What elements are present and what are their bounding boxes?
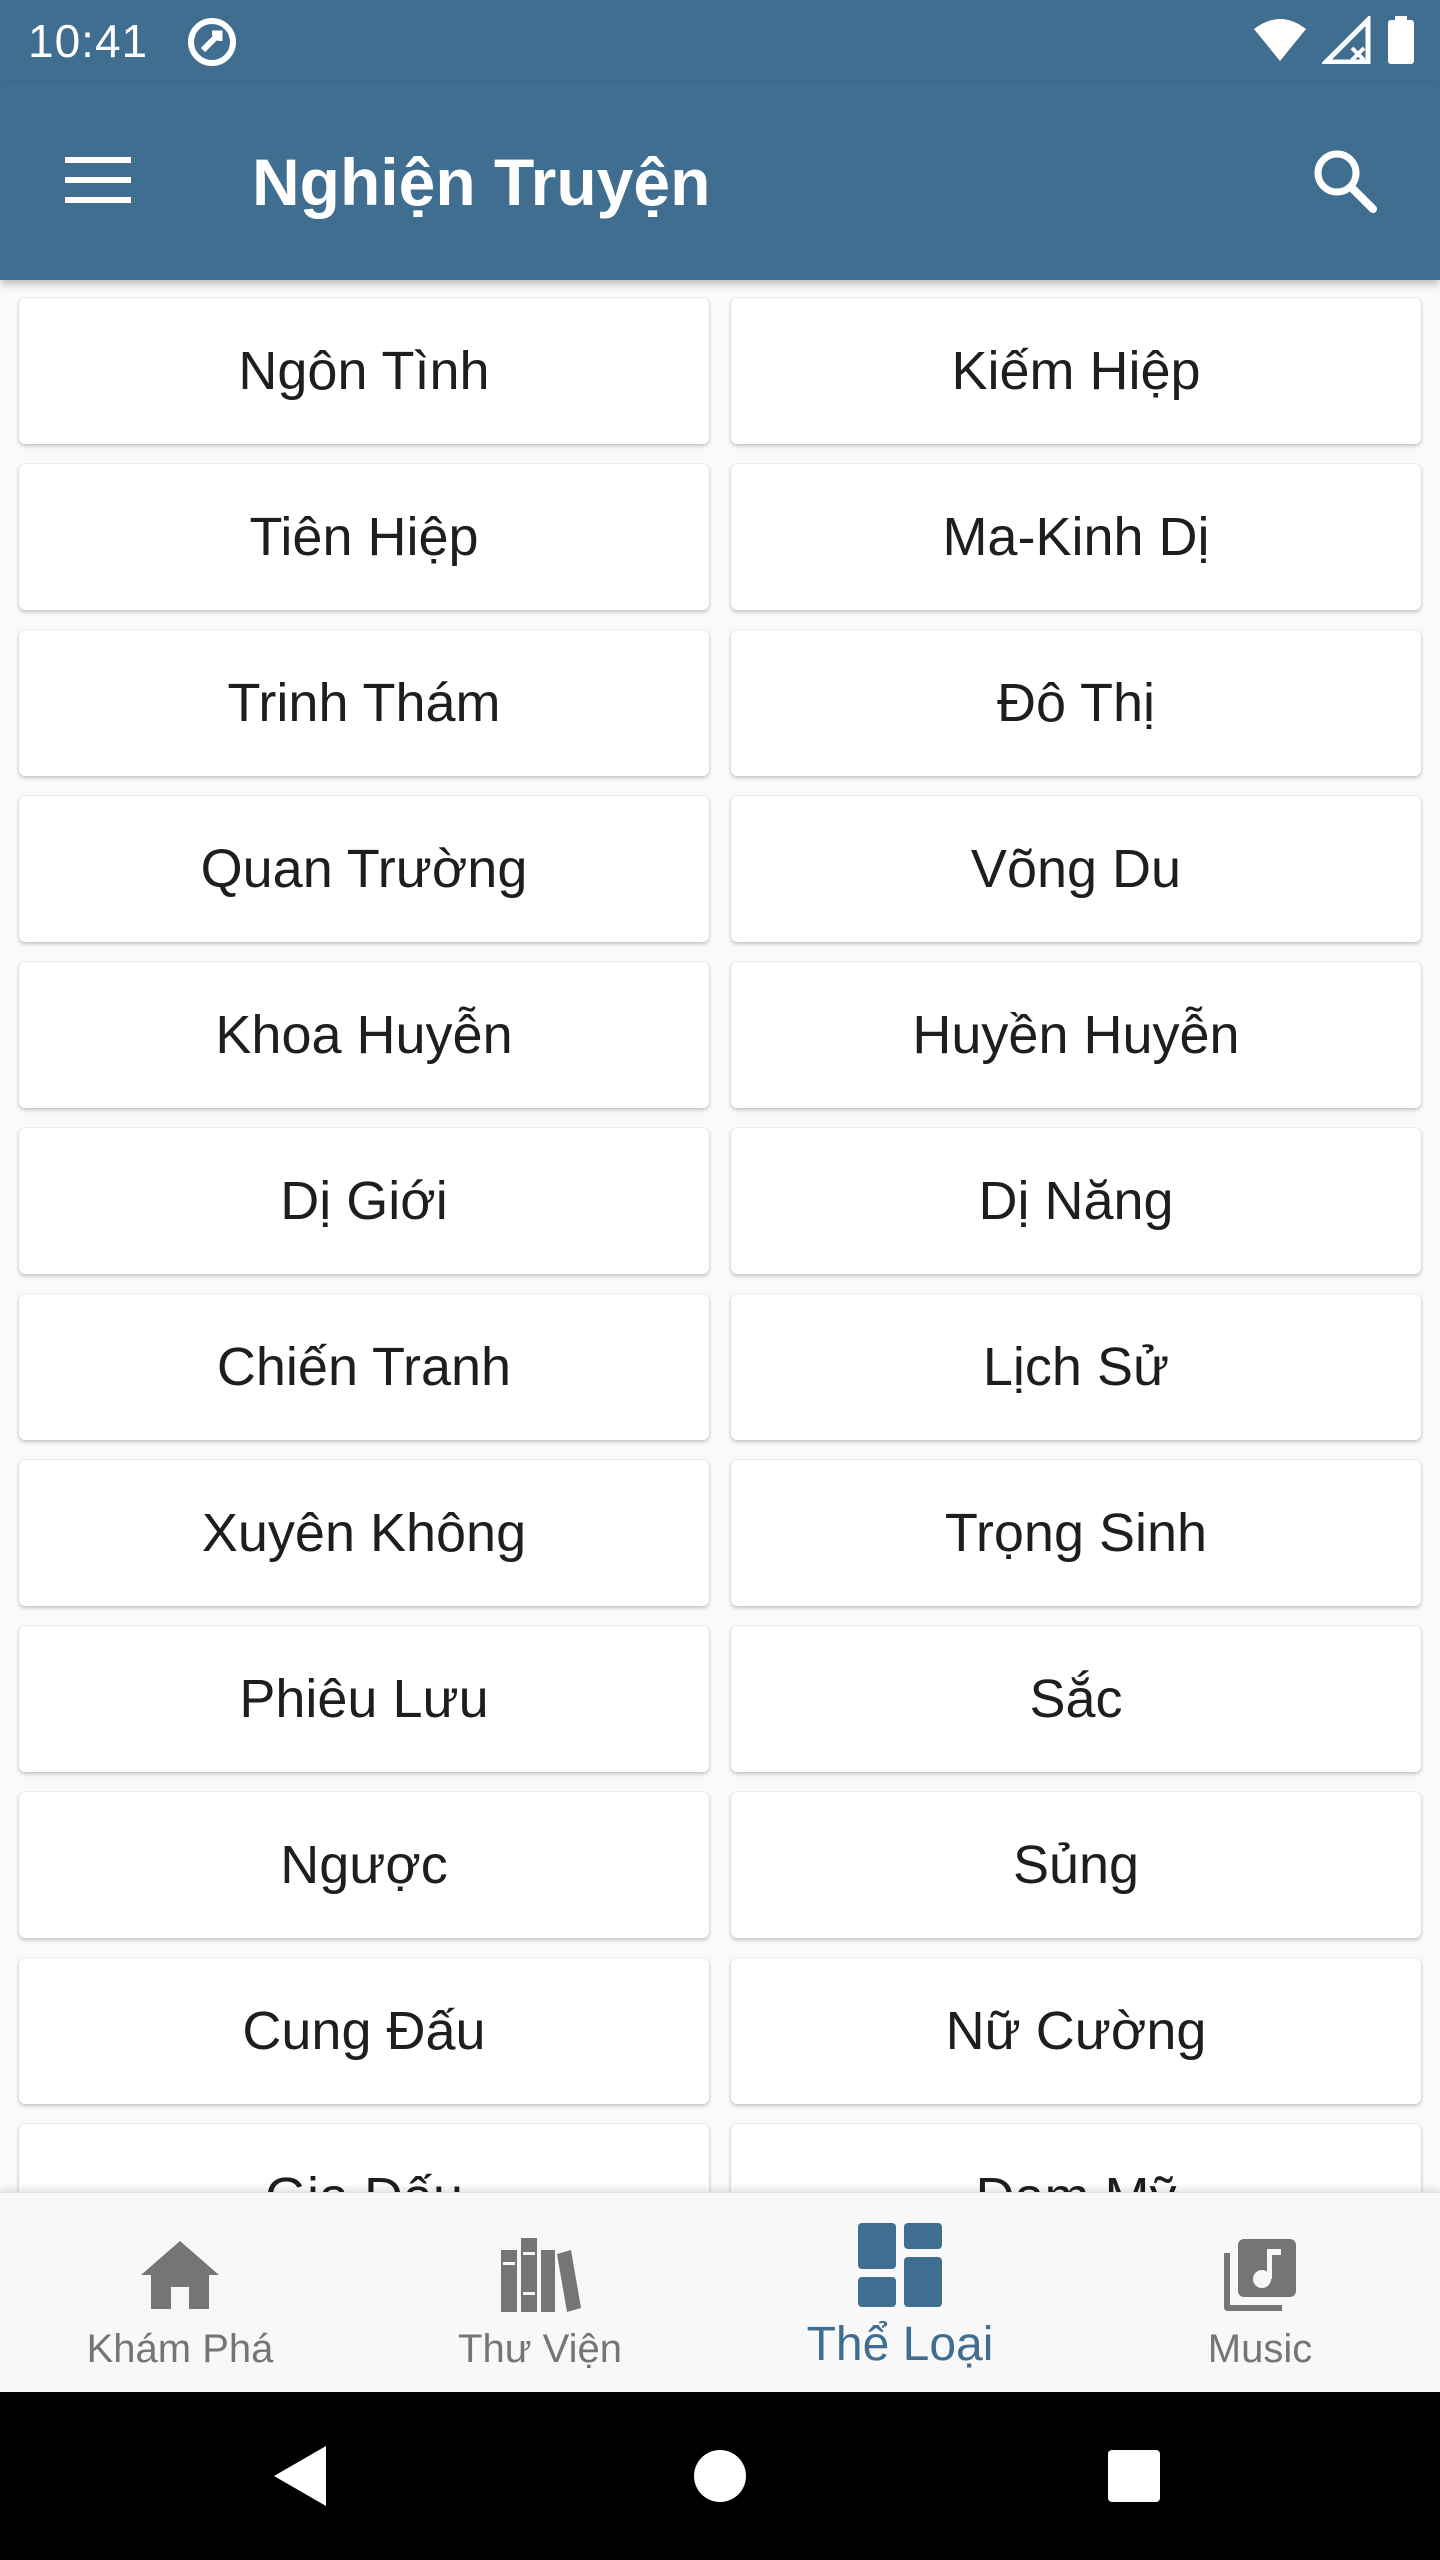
category-card[interactable]: Quan Trường	[19, 796, 709, 942]
category-card[interactable]: Gia Đấu	[19, 2124, 709, 2192]
hamburger-menu-icon	[65, 157, 131, 203]
category-card[interactable]: Sủng	[731, 1792, 1421, 1938]
category-card[interactable]: Ngược	[19, 1792, 709, 1938]
bottom-navigation: Khám Phá Thư Viện Thể Loại Music	[0, 2192, 1440, 2392]
category-label: Huyền Huyễn	[912, 1005, 1240, 1065]
category-label: Trinh Thám	[227, 673, 501, 733]
nav-label: Thư Viện	[458, 2327, 622, 2371]
menu-button[interactable]	[50, 132, 146, 228]
back-icon	[274, 2446, 326, 2506]
category-card[interactable]: Võng Du	[731, 796, 1421, 942]
category-label: Dị Giới	[280, 1171, 448, 1231]
nav-kham-pha[interactable]: Khám Phá	[0, 2193, 360, 2392]
category-card[interactable]: Lịch Sử	[731, 1294, 1421, 1440]
music-library-icon	[1212, 2227, 1308, 2323]
nav-label: Khám Phá	[86, 2327, 274, 2371]
category-card[interactable]: Dị Giới	[19, 1128, 709, 1274]
nav-the-loai[interactable]: Thể Loại	[720, 2193, 1080, 2392]
category-label: Lịch Sử	[982, 1337, 1170, 1397]
category-card[interactable]: Phiêu Lưu	[19, 1626, 709, 1772]
signal-icon	[1319, 13, 1372, 69]
home-icon	[132, 2227, 228, 2323]
app-bar: Nghiện Truyện	[0, 82, 1440, 280]
category-card[interactable]: Sắc	[731, 1626, 1421, 1772]
system-navigation-bar	[0, 2392, 1440, 2560]
nav-label: Thể Loại	[806, 2318, 994, 2371]
category-label: Cung Đấu	[242, 2001, 486, 2061]
home-circle-icon	[694, 2450, 746, 2502]
category-label: Sắc	[1029, 1669, 1123, 1729]
category-label: Khoa Huyễn	[215, 1005, 513, 1065]
status-bar: 10:41	[0, 0, 1440, 82]
category-card[interactable]: Huyền Huyễn	[731, 962, 1421, 1108]
category-card[interactable]: Ngôn Tình	[19, 298, 709, 444]
home-button[interactable]	[680, 2436, 760, 2516]
nav-label: Music	[1207, 2327, 1313, 2371]
category-label: Nữ Cường	[945, 2001, 1207, 2061]
category-label: Đam Mỹ	[976, 2166, 1177, 2192]
category-card[interactable]: Đô Thị	[731, 630, 1421, 776]
category-label: Đô Thị	[996, 673, 1156, 733]
category-label: Trọng Sinh	[944, 1503, 1208, 1563]
nav-music[interactable]: Music	[1080, 2193, 1440, 2392]
sync-icon	[186, 16, 238, 68]
category-label: Ngôn Tình	[238, 341, 490, 401]
wifi-icon	[1252, 17, 1308, 68]
category-card[interactable]: Khoa Huyễn	[19, 962, 709, 1108]
category-label: Ngược	[280, 1835, 448, 1895]
category-card[interactable]: Đam Mỹ	[731, 2124, 1421, 2192]
category-card[interactable]: Cung Đấu	[19, 1958, 709, 2104]
category-card[interactable]: Tiên Hiệp	[19, 464, 709, 610]
recents-button[interactable]	[1094, 2436, 1174, 2516]
category-label: Kiếm Hiệp	[951, 341, 1201, 401]
category-label: Phiêu Lưu	[239, 1669, 489, 1729]
category-card[interactable]: Trinh Thám	[19, 630, 709, 776]
category-card[interactable]: Xuyên Không	[19, 1460, 709, 1606]
category-label: Gia Đấu	[265, 2166, 463, 2192]
category-card[interactable]: Dị Năng	[731, 1128, 1421, 1274]
category-list[interactable]: Ngôn Tình Kiếm Hiệp Tiên Hiệp Ma-Kinh Dị Tri…	[0, 280, 1440, 2192]
category-label: Võng Du	[970, 839, 1182, 899]
back-button[interactable]	[260, 2436, 340, 2516]
battery-icon	[1386, 15, 1416, 69]
category-label: Tiên Hiệp	[249, 507, 479, 567]
app-title: Nghiện Truyện	[252, 145, 711, 219]
category-label: Chiến Tranh	[216, 1337, 512, 1397]
status-time: 10:41	[28, 15, 149, 67]
dashboard-icon	[848, 2213, 952, 2317]
category-card[interactable]: Ma-Kinh Dị	[731, 464, 1421, 610]
category-card[interactable]: Kiếm Hiệp	[731, 298, 1421, 444]
category-label: Sủng	[1012, 1835, 1140, 1895]
search-icon	[1314, 150, 1377, 213]
recents-icon	[1108, 2450, 1160, 2502]
category-card[interactable]: Nữ Cường	[731, 1958, 1421, 2104]
category-label: Quan Trường	[200, 839, 528, 899]
category-label: Ma-Kinh Dị	[942, 507, 1210, 567]
category-card[interactable]: Trọng Sinh	[731, 1460, 1421, 1606]
status-icons	[1252, 13, 1416, 69]
library-icon	[492, 2227, 588, 2323]
nav-thu-vien[interactable]: Thư Viện	[360, 2193, 720, 2392]
category-label: Dị Năng	[978, 1171, 1174, 1231]
search-button[interactable]	[1290, 126, 1400, 236]
category-card[interactable]: Chiến Tranh	[19, 1294, 709, 1440]
category-grid: Ngôn Tình Kiếm Hiệp Tiên Hiệp Ma-Kinh Dị Tri…	[19, 298, 1421, 2192]
category-label: Xuyên Không	[201, 1503, 527, 1563]
